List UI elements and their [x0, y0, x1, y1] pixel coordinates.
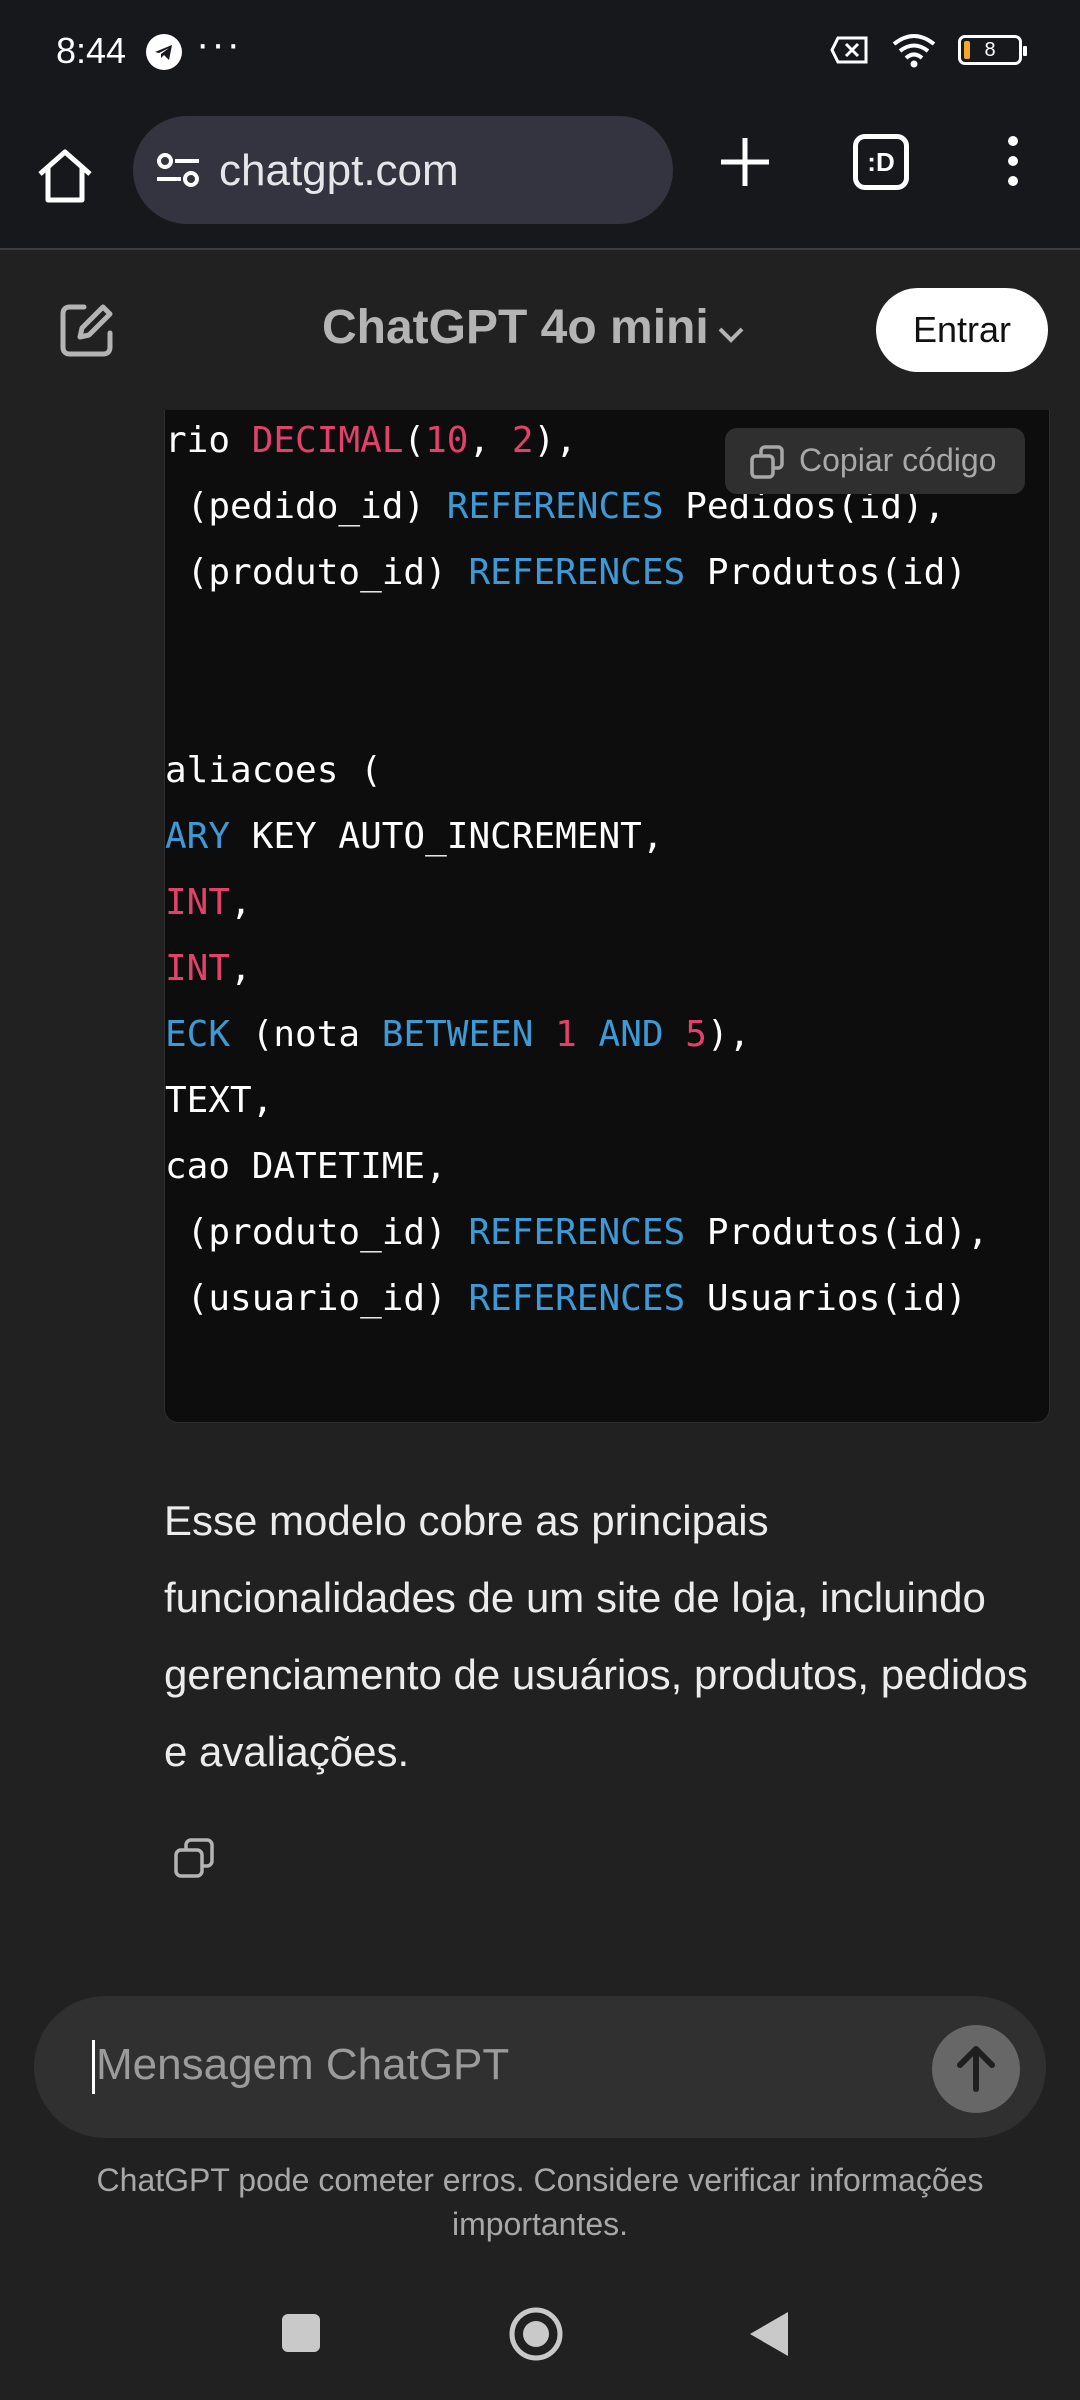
code-token: DECIMAL — [251, 420, 404, 461]
home-circle-icon[interactable] — [508, 2306, 564, 2362]
model-selector[interactable]: ChatGPT 4o mini — [322, 300, 709, 355]
code-token: rio — [165, 420, 252, 461]
code-line: ARY KEY AUTO_INCREMENT, — [165, 816, 664, 857]
code-line: cao DATETIME, — [165, 1146, 447, 1187]
site-settings-icon[interactable] — [155, 152, 201, 188]
code-token: 1 — [555, 1014, 577, 1055]
code-token: (usuario_id) — [165, 1278, 469, 1319]
code-token: (produto_id) — [165, 1212, 469, 1253]
status-time: 8:44 — [56, 30, 127, 71]
browser-toolbar: chatgpt.com :D — [0, 110, 1080, 250]
code-token: Produtos(id), — [685, 1212, 989, 1253]
code-token: INT — [165, 948, 231, 989]
code-token: (pedido_id) — [165, 486, 447, 527]
code-line: INT, — [165, 882, 252, 923]
code-token: REFERENCES — [446, 486, 664, 527]
message-input[interactable]: Mensagem ChatGPT — [96, 2040, 509, 2090]
code-line: INT, — [165, 948, 252, 989]
code-token: BETWEEN — [381, 1014, 534, 1055]
code-token: , — [230, 948, 252, 989]
code-line: aliacoes ( — [165, 750, 382, 791]
code-line: (produto_id) REFERENCES Produtos(id), — [165, 1212, 989, 1253]
code-token: KEY AUTO_INCREMENT, — [230, 816, 664, 857]
code-line: ECK (nota BETWEEN 1 AND 5), — [165, 1014, 750, 1055]
code-token: Produtos(id) — [685, 552, 967, 593]
code-token: AND — [598, 1014, 664, 1055]
code-line: (produto_id) REFERENCES Produtos(id) — [165, 552, 967, 593]
system-nav-bar — [0, 2270, 1080, 2400]
code-token: REFERENCES — [468, 1212, 686, 1253]
code-line: rio DECIMAL(10, 2), — [165, 420, 577, 461]
code-token: TEXT, — [165, 1080, 274, 1121]
code-token: aliacoes ( — [165, 750, 382, 791]
new-chat-icon[interactable] — [58, 301, 116, 359]
code-token: 5 — [685, 1014, 707, 1055]
url-text[interactable]: chatgpt.com — [219, 146, 459, 196]
assistant-message: Esse modelo cobre as principais funciona… — [164, 1497, 1028, 1775]
address-bar[interactable]: chatgpt.com — [133, 116, 673, 224]
text-cursor — [92, 2040, 95, 2094]
battery-level: 8 — [984, 39, 996, 61]
tabs-label: :D — [867, 147, 895, 177]
more-icon[interactable] — [998, 132, 1028, 194]
code-token: , — [230, 882, 252, 923]
code-token: REFERENCES — [468, 552, 686, 593]
code-line: (usuario_id) REFERENCES Usuarios(id) — [165, 1278, 967, 1319]
message-composer[interactable]: Mensagem ChatGPT — [34, 1996, 1046, 2138]
code-token: (produto_id) — [165, 552, 469, 593]
code-token: INT — [165, 882, 231, 923]
copy-code-button[interactable]: Copiar código — [725, 428, 1025, 494]
no-sim-icon — [830, 36, 868, 64]
disclaimer: ChatGPT pode cometer erros. Considere ve… — [96, 2162, 984, 2242]
send-button[interactable] — [932, 2025, 1020, 2113]
chat-header: ChatGPT 4o mini Entrar — [0, 250, 1080, 410]
code-token: 2 — [511, 420, 534, 461]
code-token: ( — [403, 420, 426, 461]
more-notifications: ··· — [196, 22, 242, 66]
recents-icon[interactable] — [282, 2314, 320, 2352]
code-token: ), — [706, 1014, 751, 1055]
code-token: cao DATETIME, — [165, 1146, 447, 1187]
code-token: 10 — [425, 420, 469, 461]
battery-icon: 8 — [958, 35, 1027, 65]
code-block: rio DECIMAL(10, 2), (pedido_id) REFERENC… — [164, 410, 1050, 1423]
wifi-icon — [892, 34, 936, 68]
code-token: Usuarios(id) — [685, 1278, 967, 1319]
code-token: ECK — [165, 1014, 231, 1055]
status-bar: 8:44 ··· 8 — [0, 0, 1080, 110]
login-button[interactable]: Entrar — [876, 288, 1048, 372]
copy-icon[interactable] — [172, 1836, 216, 1880]
code-line: TEXT, — [165, 1080, 273, 1121]
code-token: , — [468, 420, 512, 461]
code-token: ), — [533, 420, 577, 461]
new-tab-icon[interactable] — [715, 132, 775, 192]
arrow-up-icon — [957, 2046, 995, 2092]
code-token: REFERENCES — [468, 1278, 686, 1319]
back-icon[interactable] — [748, 2310, 790, 2358]
copy-icon — [750, 445, 784, 479]
code-token: ARY — [165, 816, 231, 857]
code-token: (nota — [230, 1014, 382, 1055]
chevron-down-icon[interactable] — [716, 320, 746, 350]
copy-code-label: Copiar código — [799, 442, 997, 478]
home-icon[interactable] — [30, 140, 100, 210]
tabs-icon[interactable]: :D — [853, 134, 909, 190]
telegram-icon — [146, 34, 182, 70]
